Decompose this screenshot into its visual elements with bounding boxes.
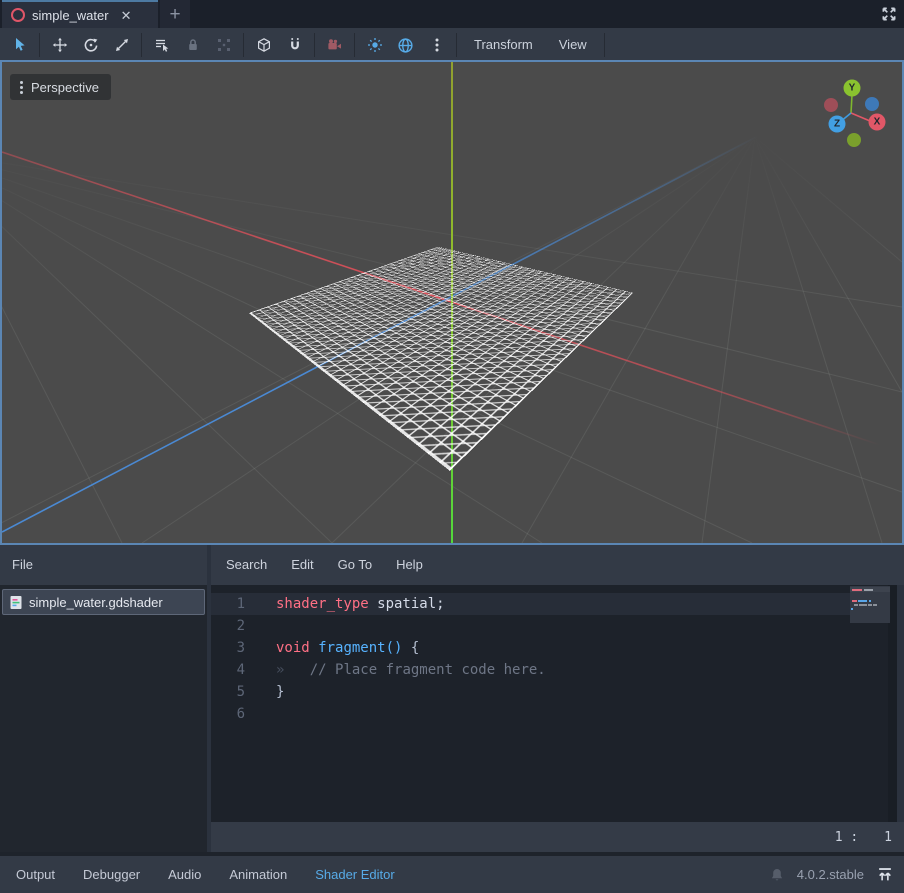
file-list-item[interactable]: simple_water.gdshader: [2, 589, 205, 615]
viewport-toolbar: TransformView: [0, 28, 904, 62]
toolbar-menu-view[interactable]: View: [546, 28, 600, 62]
editor-right-gutter: [897, 585, 904, 822]
toolbar-separator: [39, 33, 40, 57]
kebab-menu-icon[interactable]: [421, 28, 452, 62]
list-select-tool-icon[interactable]: [146, 28, 177, 62]
code-line[interactable]: 5}: [211, 681, 897, 703]
gizmo-neg-x-axis[interactable]: [824, 98, 838, 112]
gizmo-x-label: X: [874, 117, 881, 128]
gizmo-neg-z-axis[interactable]: [865, 97, 879, 111]
toolbar-menu-transform[interactable]: Transform: [461, 28, 546, 62]
environment-icon[interactable]: [390, 28, 421, 62]
select-tool-icon[interactable]: [4, 28, 35, 62]
rotate-tool-icon[interactable]: [75, 28, 106, 62]
scene-tab[interactable]: simple_water ✕: [2, 0, 158, 28]
code-line[interactable]: 3void fragment() {: [211, 637, 897, 659]
viewport-canvas[interactable]: Perspective Y X Z: [2, 62, 902, 543]
cursor-column: 1: [884, 830, 892, 845]
toolbar-menus: TransformView: [461, 28, 600, 62]
scale-tool-icon[interactable]: [106, 28, 137, 62]
lock-icon[interactable]: [177, 28, 208, 62]
cursor-line-col: 1 :: [835, 830, 858, 845]
view-axis-gizmo[interactable]: Y X Z: [790, 64, 900, 164]
menu-search[interactable]: Search: [214, 545, 279, 585]
notification-bell-icon[interactable]: [769, 867, 785, 883]
file-menu-row: File: [0, 545, 207, 585]
menu-go-to[interactable]: Go To: [326, 545, 384, 585]
kebab-menu-icon: [20, 81, 23, 94]
shader-file-list: simple_water.gdshader: [0, 585, 207, 852]
bottombar-tab-animation[interactable]: Animation: [215, 856, 301, 893]
toolbar-separator: [141, 33, 142, 57]
snap-icon[interactable]: [279, 28, 310, 62]
shader-file-icon: [9, 595, 23, 610]
toolbar-separator: [456, 33, 457, 57]
viewport-3d[interactable]: Perspective Y X Z: [0, 60, 904, 545]
local-space-icon[interactable]: [248, 28, 279, 62]
code-line[interactable]: 1shader_type spatial;: [211, 593, 897, 615]
perspective-label: Perspective: [31, 80, 99, 95]
minimap[interactable]: [850, 586, 890, 623]
gizmo-y-label: Y: [849, 83, 856, 94]
code-editor[interactable]: 1shader_type spatial;23void fragment() {…: [211, 585, 904, 822]
bottombar-tabs: OutputDebuggerAudioAnimationShader Edito…: [0, 856, 409, 893]
bottombar-tab-output[interactable]: Output: [2, 856, 69, 893]
menu-help[interactable]: Help: [384, 545, 435, 585]
perspective-menu[interactable]: Perspective: [10, 74, 111, 100]
water-plane-mesh: [298, 160, 584, 446]
toolbar-separator: [243, 33, 244, 57]
scene-tab-bar: simple_water ✕ +: [0, 0, 904, 28]
menu-file[interactable]: File: [0, 545, 45, 585]
group-icon[interactable]: [208, 28, 239, 62]
move-tool-icon[interactable]: [44, 28, 75, 62]
bottombar-tab-audio[interactable]: Audio: [154, 856, 215, 893]
bottombar-tab-debugger[interactable]: Debugger: [69, 856, 154, 893]
scene-icon: [11, 8, 25, 22]
toolbar-separator: [314, 33, 315, 57]
menu-edit[interactable]: Edit: [279, 545, 325, 585]
cursor-status-row: 1 : 1: [211, 822, 904, 852]
editor-menus: SearchEditGo ToHelp: [211, 545, 904, 585]
gizmo-neg-y-axis[interactable]: [847, 133, 861, 147]
tab-label: simple_water: [32, 8, 109, 23]
gizmo-z-label: Z: [834, 119, 840, 130]
sun-icon[interactable]: [359, 28, 390, 62]
expand-bottom-panel-icon[interactable]: [876, 866, 894, 883]
camera-preview-icon[interactable]: [319, 28, 350, 62]
new-tab-button[interactable]: +: [160, 0, 190, 28]
bottombar-tab-shader-editor[interactable]: Shader Editor: [301, 856, 409, 893]
code-line[interactable]: 6: [211, 703, 897, 725]
version-label[interactable]: 4.0.2.stable: [797, 867, 864, 882]
fullscreen-icon[interactable]: [880, 5, 898, 23]
code-line[interactable]: 2: [211, 615, 897, 637]
editor-bottom-bar: OutputDebuggerAudioAnimationShader Edito…: [0, 856, 904, 893]
shader-editor-panel: File simple_water.gdshader SearchEditGo …: [0, 545, 904, 852]
code-lines[interactable]: 1shader_type spatial;23void fragment() {…: [211, 585, 897, 822]
close-tab-icon[interactable]: ✕: [121, 9, 132, 22]
code-line[interactable]: 4» // Place fragment code here.: [211, 659, 897, 681]
toolbar-separator: [604, 33, 605, 57]
toolbar-separator: [354, 33, 355, 57]
